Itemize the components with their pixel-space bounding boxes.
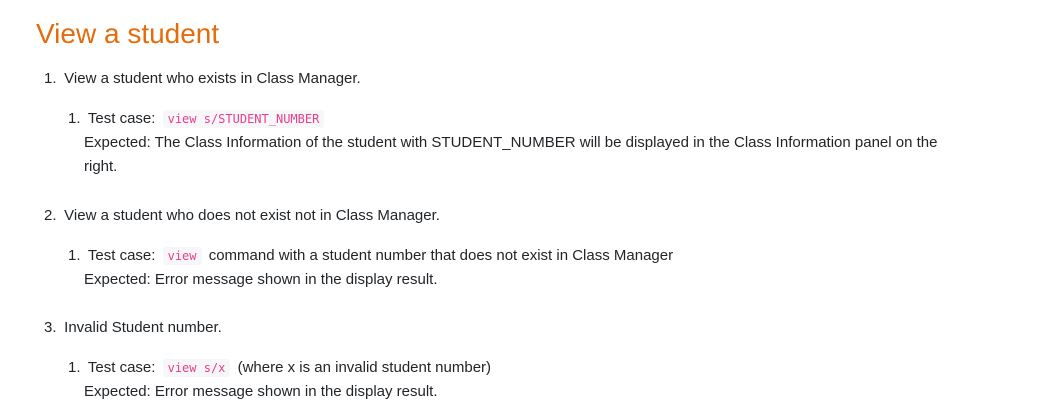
test-case-description: (where x is an invalid student number) xyxy=(237,359,492,376)
expected-text: Expected: Error message shown in the dis… xyxy=(84,383,438,400)
list-item-text: View a student who does not exist not in… xyxy=(64,207,440,224)
command-code: view xyxy=(162,247,202,265)
list-item: 2. View a student who does not exist not… xyxy=(44,204,440,228)
list-item-text: View a student who exists in Class Manag… xyxy=(64,70,361,87)
sub-list-item: 1. Test case: view s/x (where x is an in… xyxy=(68,356,1008,404)
list-item: 1. View a student who exists in Class Ma… xyxy=(44,67,361,91)
expected-text: Expected: Error message shown in the dis… xyxy=(84,271,438,288)
sub-list-number: 1. xyxy=(68,247,81,264)
sub-list-number: 1. xyxy=(68,110,81,127)
list-number: 1. xyxy=(44,70,57,87)
section-heading: View a student xyxy=(36,18,220,49)
test-case-label: Test case: xyxy=(87,247,156,264)
list-item-text: Invalid Student number. xyxy=(64,319,222,336)
sub-list-item: 1. Test case: view command with a studen… xyxy=(68,244,1008,292)
command-code: view s/x xyxy=(162,359,231,377)
test-case-description: command with a student number that does … xyxy=(208,247,674,264)
test-case-label: Test case: xyxy=(87,110,156,127)
expected-text: Expected: The Class Information of the s… xyxy=(84,134,938,151)
test-case-label: Test case: xyxy=(87,359,156,376)
sub-list-item: 1. Test case: view s/STUDENT_NUMBER Expe… xyxy=(68,107,1008,179)
command-code: view s/STUDENT_NUMBER xyxy=(162,110,325,128)
test-case-line: 1. Test case: view s/x (where x is an in… xyxy=(68,356,1008,380)
test-case-line: 1. Test case: view command with a studen… xyxy=(68,244,1008,268)
list-number: 2. xyxy=(44,207,57,224)
list-number: 3. xyxy=(44,319,57,336)
sub-list-number: 1. xyxy=(68,359,81,376)
test-case-line: 1. Test case: view s/STUDENT_NUMBER xyxy=(68,107,1008,131)
expected-text-continued: right. xyxy=(84,158,118,175)
list-item: 3. Invalid Student number. xyxy=(44,316,222,340)
